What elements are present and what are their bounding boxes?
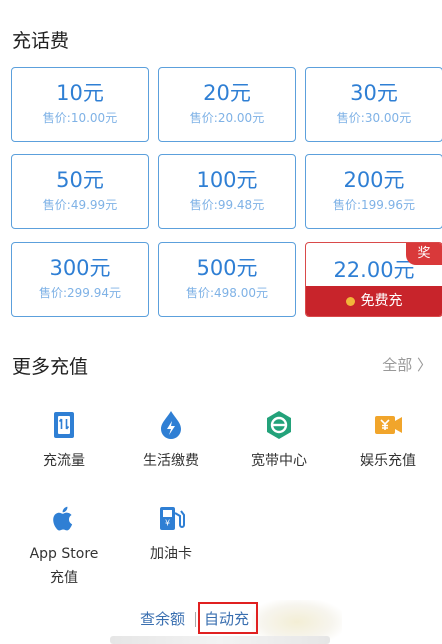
card-amount: 200元	[343, 168, 405, 192]
card-price: 售价:30.00元	[336, 111, 412, 125]
card-price: 售价:20.00元	[189, 111, 265, 125]
promo-band-label: 免费充	[360, 293, 403, 309]
apple-icon	[49, 503, 79, 533]
grid-item-broadband[interactable]: 宽带中心	[229, 410, 329, 472]
video-ticket-icon	[373, 410, 403, 440]
grid-item-fuel-card[interactable]: ¥ 加油卡	[121, 503, 221, 565]
card-price: 售价:498.00元	[185, 286, 269, 300]
card-amount: 500元	[196, 256, 258, 280]
blurred-text	[110, 636, 330, 644]
annotation-highlight-box	[198, 602, 258, 634]
recharge-card-100[interactable]: 100元 售价:99.48元	[158, 154, 296, 229]
grid-item-data-recharge[interactable]: 充流量	[14, 410, 114, 472]
card-amount: 30元	[350, 81, 398, 105]
card-price: 售价:10.00元	[42, 111, 118, 125]
grid-item-entertainment[interactable]: 娱乐充值	[338, 410, 438, 472]
utility-bolt-icon	[156, 410, 186, 440]
recharge-card-20[interactable]: 20元 售价:20.00元	[158, 67, 296, 142]
recharge-title: 充话费	[12, 30, 70, 52]
card-amount: 20元	[203, 81, 251, 105]
grid-item-label: 生活缴费	[143, 453, 199, 469]
grid-item-label: 加油卡	[150, 546, 192, 562]
recharge-card-50[interactable]: 50元 售价:49.99元	[11, 154, 149, 229]
svg-text:¥: ¥	[165, 519, 170, 528]
coin-icon	[345, 296, 355, 306]
card-amount: 50元	[56, 168, 104, 192]
card-price: 售价:99.48元	[189, 198, 265, 212]
grid-item-app-store[interactable]: App Store 充值	[14, 503, 114, 589]
recharge-card-300[interactable]: 300元 售价:299.94元	[11, 242, 149, 317]
recharge-card-promo[interactable]: 22.00元 免费充 奖	[305, 242, 442, 317]
sim-card-icon	[49, 410, 79, 440]
fuel-pump-icon: ¥	[156, 503, 186, 533]
recharge-card-10[interactable]: 10元 售价:10.00元	[11, 67, 149, 142]
recharge-card-500[interactable]: 500元 售价:498.00元	[158, 242, 296, 317]
grid-item-label-line2: 充值	[50, 570, 78, 586]
check-balance-link[interactable]: 查余额	[140, 608, 185, 630]
card-price: 售价:199.96元	[332, 198, 416, 212]
grid-item-label: 充流量	[43, 453, 85, 469]
card-amount: 100元	[196, 168, 258, 192]
link-divider	[195, 612, 196, 627]
card-amount: 10元	[56, 81, 104, 105]
grid-item-label: App Store	[29, 546, 99, 562]
promo-band: 免费充	[306, 286, 442, 316]
grid-item-label: 娱乐充值	[360, 453, 416, 469]
bottom-links: 查余额 自动充	[0, 602, 442, 634]
grid-item-utilities[interactable]: 生活缴费	[121, 410, 221, 472]
see-all-link[interactable]: 全部 〉	[382, 354, 432, 375]
grid-item-label: 宽带中心	[251, 453, 307, 469]
broadband-icon	[264, 410, 294, 440]
card-amount: 300元	[49, 256, 111, 280]
reward-badge: 奖	[406, 243, 442, 265]
card-price: 售价:49.99元	[42, 198, 118, 212]
more-recharge-title: 更多充值	[12, 356, 89, 378]
card-price: 售价:299.94元	[38, 286, 122, 300]
recharge-card-200[interactable]: 200元 售价:199.96元	[305, 154, 442, 229]
recharge-card-30[interactable]: 30元 售价:30.00元	[305, 67, 442, 142]
